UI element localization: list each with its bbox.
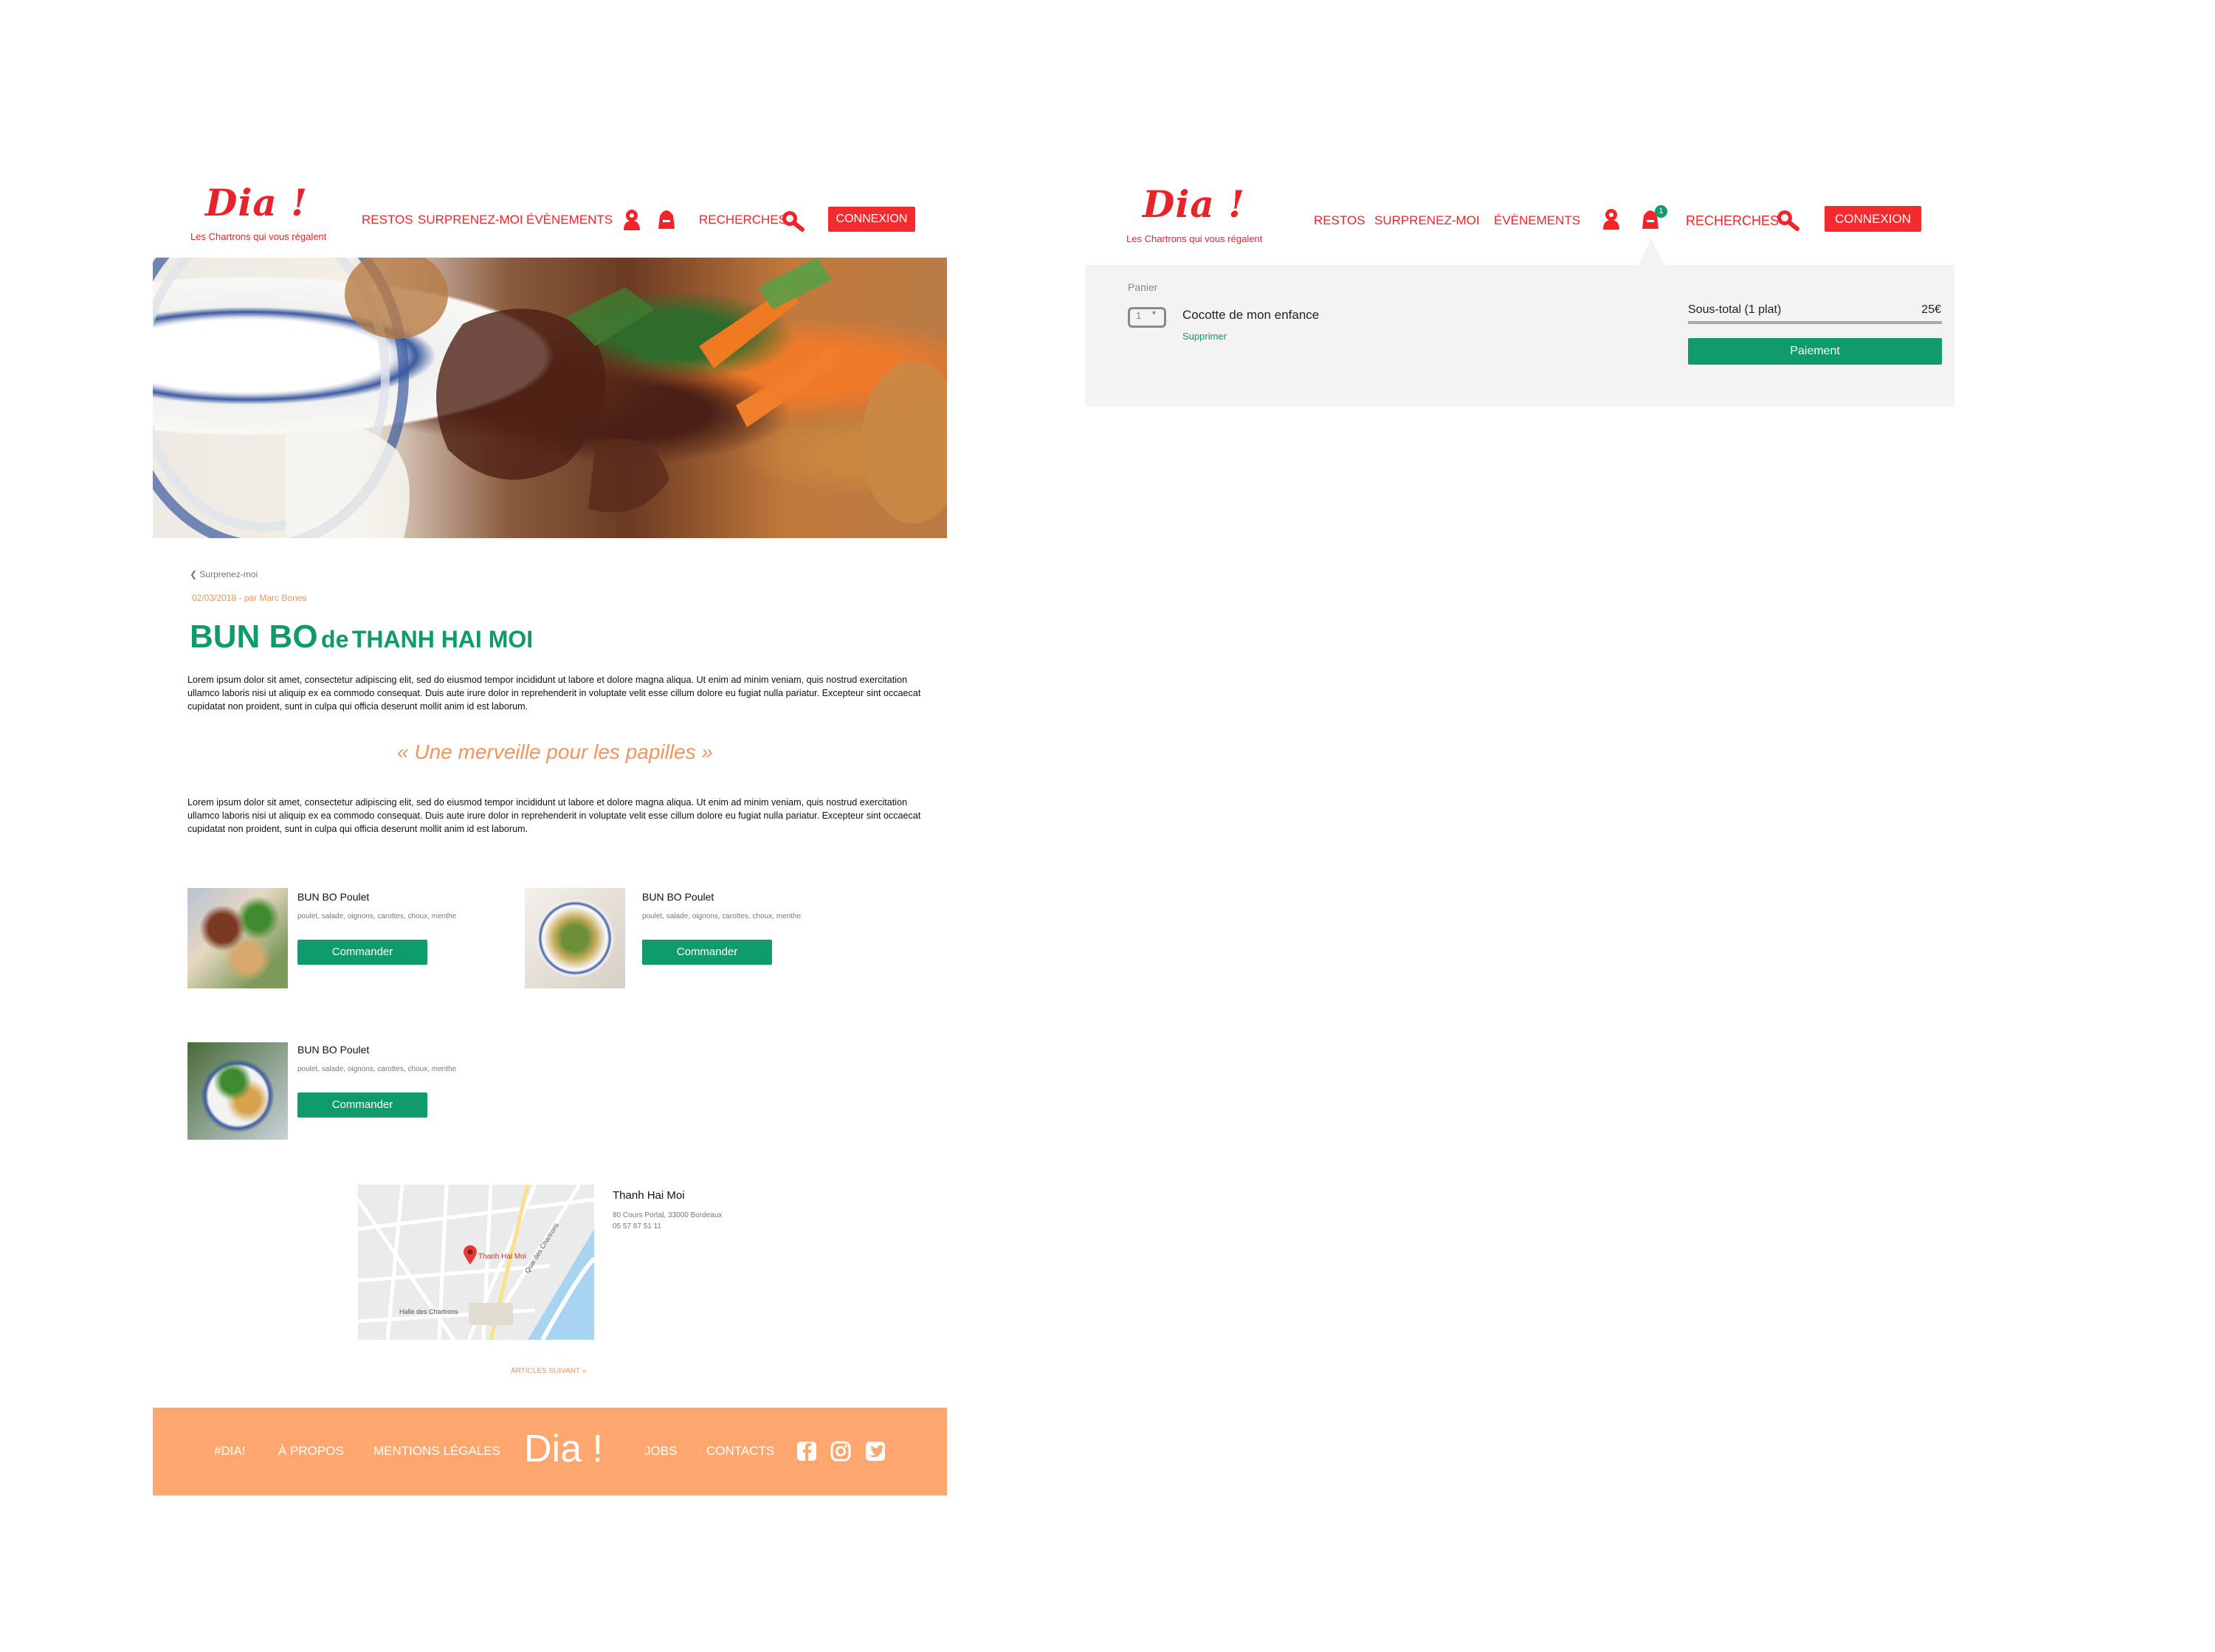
footer: #DIA! À PROPOS MENTIONS LÉGALES Dia ! JO… xyxy=(153,1408,947,1496)
next-article-label: ARTICLES SUIVANT xyxy=(511,1367,580,1375)
article-paragraph-1: Lorem ipsum dolor sit amet, consectetur … xyxy=(187,675,921,712)
restaurant-phone: 05 57 87 51 11 xyxy=(613,1222,661,1231)
map-label-halle: Halle des Chartrons xyxy=(399,1308,458,1315)
subtotal-label: Sous-total (1 plat) xyxy=(1688,303,1782,316)
cart-badge: 1 xyxy=(1655,205,1667,218)
search-icon[interactable] xyxy=(1776,209,1799,231)
nav-restos[interactable]: RESTOS xyxy=(362,213,413,227)
logo-2[interactable]: Dia ! xyxy=(1143,182,1245,226)
article-paragraph-2: Lorem ipsum dolor sit amet, consectetur … xyxy=(187,797,921,834)
tagline: Les Chartrons qui vous régalent xyxy=(190,231,327,242)
page-title: BUN BO de THANH HAI MOI xyxy=(190,619,533,655)
nav-recherches-2[interactable]: RECHERCHES xyxy=(1686,213,1779,229)
shopping-bag-icon[interactable] xyxy=(655,207,678,230)
search-icon[interactable] xyxy=(781,210,805,232)
dish-image-1 xyxy=(187,888,288,988)
user-icon[interactable] xyxy=(1602,207,1621,230)
paiement-button[interactable]: Paiement xyxy=(1688,338,1942,365)
instagram-icon[interactable] xyxy=(830,1441,851,1462)
twitter-icon[interactable] xyxy=(865,1441,886,1462)
cart-title: Panier xyxy=(1128,281,1158,293)
nav-surprenez-moi[interactable]: SURPRENEZ-MOI xyxy=(418,213,523,227)
footer-link-apropos[interactable]: À PROPOS xyxy=(278,1444,344,1459)
subtotal-value: 25€ xyxy=(1921,303,1941,316)
cart-item-name: Cocotte de mon enfance xyxy=(1182,308,1320,322)
dish-ingredients-2: poulet, salade, oignons, carottes, choux… xyxy=(642,912,802,920)
dish-name-1: BUN BO Poulet xyxy=(297,891,370,903)
quantity-stepper[interactable]: 1 ▾ xyxy=(1128,307,1166,328)
facebook-icon[interactable] xyxy=(796,1441,817,1462)
chevron-down-icon: ▾ xyxy=(1152,309,1157,317)
article-meta: 02/03/2018 - par Marc Bones xyxy=(192,593,307,603)
dish-image-2 xyxy=(525,888,625,988)
commander-button-1[interactable]: Commander xyxy=(297,940,427,965)
connexion-button[interactable]: CONNEXION xyxy=(828,207,915,232)
dish-ingredients-1: poulet, salade, oignons, carottes, choux… xyxy=(297,912,457,920)
map[interactable]: Thanh Hai Moi Quai des Chartrons Halle d… xyxy=(358,1185,594,1340)
connexion-button-2[interactable]: CONNEXION xyxy=(1825,206,1921,232)
logo[interactable]: Dia ! xyxy=(205,181,308,224)
title-dish: BUN BO xyxy=(190,619,318,655)
title-de: de xyxy=(321,626,349,653)
subtotal-divider xyxy=(1688,321,1942,324)
remove-link[interactable]: Supprimer xyxy=(1182,331,1227,342)
next-article-link[interactable]: ARTICLES SUIVANT » xyxy=(511,1367,586,1375)
chevron-left-icon: ❮ xyxy=(190,569,198,579)
breadcrumb-label: Surprenez-moi xyxy=(199,569,258,579)
cart-dropdown: Panier 1 ▾ Cocotte de mon enfance Suppri… xyxy=(1085,265,1954,407)
restaurant-name: Thanh Hai Moi xyxy=(613,1189,685,1202)
nav-surprenez-moi-2[interactable]: SURPRENEZ-MOI xyxy=(1374,213,1480,228)
restaurant-address: 80 Cours Portal, 33000 Bordeaux xyxy=(613,1211,723,1219)
dish-image-3 xyxy=(187,1042,288,1140)
nav-evenements[interactable]: ÉVÈNEMENTS xyxy=(526,213,613,227)
breadcrumb[interactable]: ❮ Surprenez-moi xyxy=(190,569,258,579)
user-icon[interactable] xyxy=(622,208,641,230)
commander-button-2[interactable]: Commander xyxy=(642,940,772,965)
title-restaurant: THANH HAI MOI xyxy=(351,626,534,653)
dish-name-2: BUN BO Poulet xyxy=(642,891,714,903)
chevron-right-icon: » xyxy=(582,1367,587,1375)
footer-logo[interactable]: Dia ! xyxy=(524,1427,603,1471)
nav-recherches[interactable]: RECHERCHES xyxy=(699,213,787,227)
dropdown-caret xyxy=(1638,238,1664,266)
footer-link-contacts[interactable]: CONTACTS xyxy=(706,1444,774,1459)
map-pin-icon[interactable] xyxy=(464,1245,477,1264)
footer-link-jobs[interactable]: JOBS xyxy=(644,1444,677,1459)
quantity-value: 1 xyxy=(1136,310,1142,321)
hero-image xyxy=(153,258,947,538)
footer-link-mentions[interactable]: MENTIONS LÉGALES xyxy=(373,1444,500,1459)
commander-button-3[interactable]: Commander xyxy=(297,1092,427,1118)
map-pin-label: Thanh Hai Moi xyxy=(478,1253,527,1261)
article-quote: « Une merveille pour les papilles » xyxy=(397,740,713,763)
dish-ingredients-3: poulet, salade, oignons, carottes, choux… xyxy=(297,1065,457,1073)
tagline-2: Les Chartrons qui vous régalent xyxy=(1126,233,1263,244)
dish-name-3: BUN BO Poulet xyxy=(297,1044,370,1056)
footer-link-dia[interactable]: #DIA! xyxy=(214,1444,246,1459)
nav-restos-2[interactable]: RESTOS xyxy=(1314,213,1365,228)
nav-evenements-2[interactable]: ÉVÈNEMENTS xyxy=(1494,213,1580,228)
